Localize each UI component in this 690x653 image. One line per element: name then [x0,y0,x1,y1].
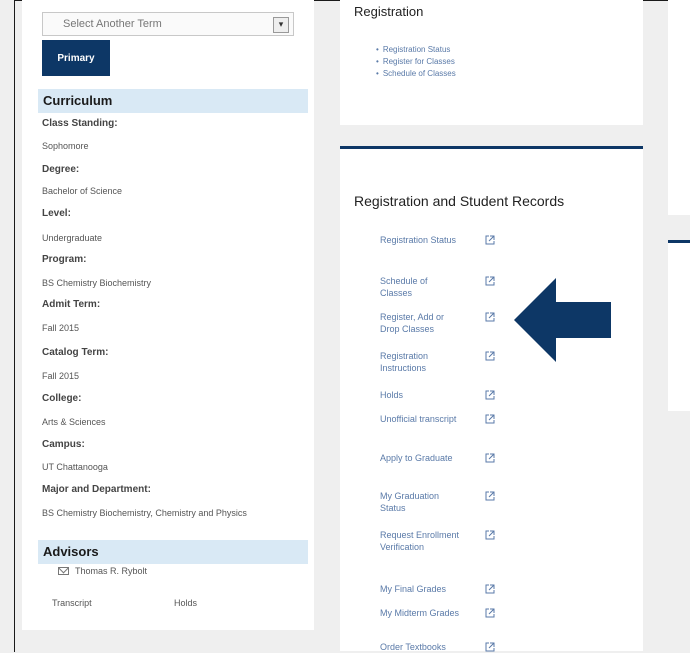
external-link-icon[interactable] [485,351,495,361]
right-card-bottom [668,243,690,411]
records-link[interactable]: Register, Add or Drop Classes [380,311,460,335]
external-link-icon[interactable] [485,276,495,286]
tab-primary[interactable]: Primary [42,40,110,76]
records-link[interactable]: Holds [380,389,460,401]
field-value: BS Chemistry Biochemistry, Chemistry and… [42,508,247,518]
term-select-value: Select Another Term [63,18,162,30]
field-value: Undergraduate [42,233,103,243]
field-label: Class Standing: [42,118,118,129]
field-value: Arts & Sciences [42,417,106,427]
external-link-icon[interactable] [485,584,495,594]
holds-link[interactable]: Holds [174,598,197,608]
field-label: Campus: [42,439,85,450]
records-link[interactable]: Unofficial transcript [380,413,460,425]
external-link-icon[interactable] [485,390,495,400]
transcript-link[interactable]: Transcript [52,598,92,608]
field-label: Level: [42,208,71,219]
external-link-icon[interactable] [485,491,495,501]
field-label: Catalog Term: [42,347,109,358]
external-link-icon[interactable] [485,414,495,424]
records-link[interactable]: My Graduation Status [380,490,460,514]
student-profile-panel: Select Another Term ▾ Primary Curriculum… [22,0,314,630]
external-link-icon[interactable] [485,608,495,618]
field-value: Fall 2015 [42,371,80,381]
curriculum-header: Curriculum [38,89,308,113]
field-value: BS Chemistry Biochemistry [42,278,152,288]
advisors-header: Advisors [38,540,308,564]
registration-card: Registration Registration Status Registe… [340,0,643,125]
advisor-entry[interactable]: Thomas R. Rybolt [58,566,147,576]
mail-icon[interactable] [58,567,69,575]
registration-link-list: Registration Status Register for Classes… [376,44,456,80]
field-label: Program: [42,254,87,265]
registration-title: Registration [354,4,424,19]
external-link-icon[interactable] [485,453,495,463]
field-label: Major and Department: [42,484,151,495]
records-link[interactable]: My Midterm Grades [380,607,460,619]
field-label: College: [42,393,82,404]
external-link-icon[interactable] [485,312,495,322]
chevron-down-icon[interactable]: ▾ [273,17,289,33]
records-link[interactable]: My Final Grades [380,583,460,595]
records-link[interactable]: Registration Status [380,234,460,246]
records-link[interactable]: Order Textbooks [380,641,460,653]
left-arrow-icon [514,278,611,362]
field-label: Degree: [42,164,80,175]
records-link[interactable]: Registration Instructions [380,350,460,374]
advisor-name: Thomas R. Rybolt [75,566,148,576]
right-card-top [668,0,690,215]
records-link[interactable]: Request Enrollment Verification [380,529,460,553]
records-link[interactable]: Schedule of Classes [380,275,460,299]
field-value: Bachelor of Science [42,186,123,196]
external-link-icon[interactable] [485,530,495,540]
field-value: Sophomore [42,141,89,151]
records-title: Registration and Student Records [354,193,565,209]
registration-link[interactable]: Register for Classes [376,56,456,68]
term-select[interactable]: Select Another Term ▾ [42,12,294,36]
field-label: Admit Term: [42,299,101,310]
registration-link[interactable]: Schedule of Classes [376,68,456,80]
external-link-icon[interactable] [485,235,495,245]
registration-link[interactable]: Registration Status [376,44,456,56]
field-value: Fall 2015 [42,323,80,333]
records-link[interactable]: Apply to Graduate [380,452,460,464]
records-card: Registration and Student Records Registr… [340,149,643,653]
field-value: UT Chattanooga [42,462,108,472]
